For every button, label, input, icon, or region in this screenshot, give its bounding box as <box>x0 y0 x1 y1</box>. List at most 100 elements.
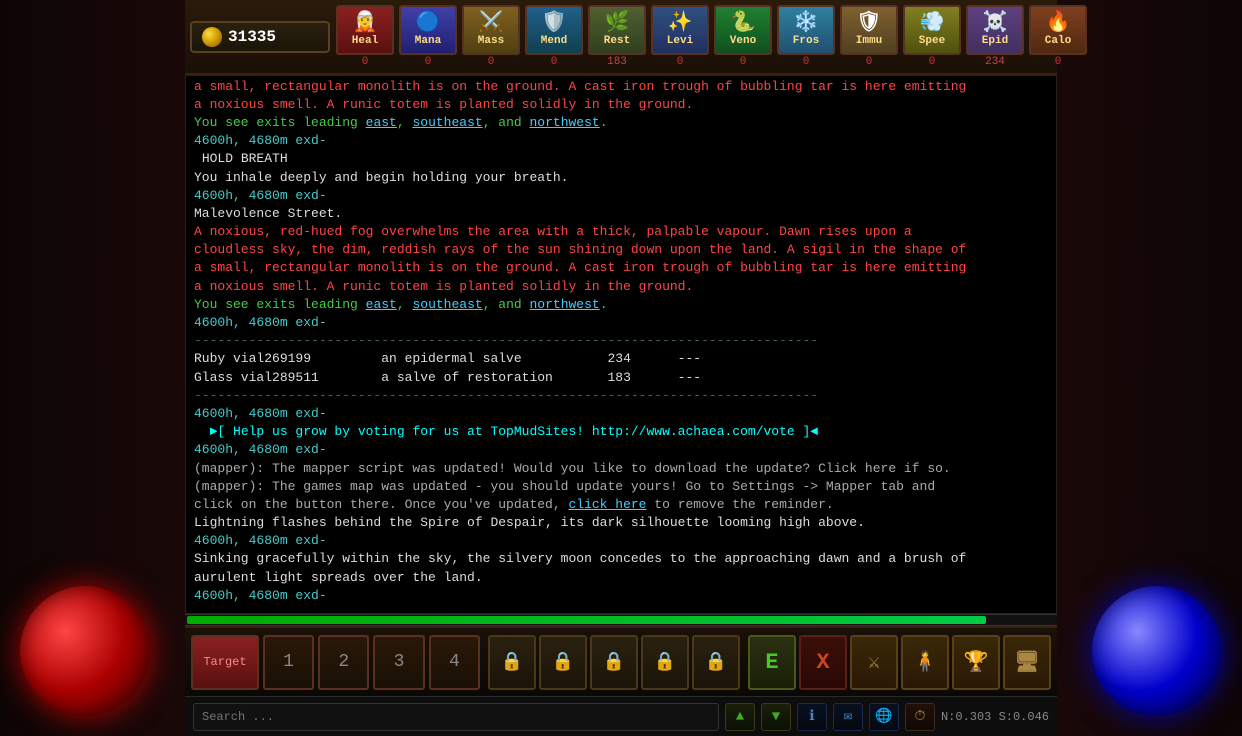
terminal-line: a small, rectangular monolith is on the … <box>194 259 1048 277</box>
terminal-line: a noxious smell. A runic totem is plante… <box>194 278 1048 296</box>
main-container: 31335 🧝 Heal 0 🔵 Mana 0 ⚔️ Mass 0 🛡️ <box>185 0 1057 736</box>
terminal-text-area[interactable]: Malevolence Street. A noxious, red-hued … <box>185 75 1057 614</box>
skill-epid-icon: ☠️ Epid <box>966 5 1024 55</box>
progress-bar-container <box>185 614 1057 626</box>
terminal-line: Malevolence Street. <box>194 205 1048 223</box>
slot-3-label: 3 <box>394 652 405 672</box>
terminal-line: (mapper): The mapper script was updated!… <box>194 460 1048 478</box>
terminal-line: (mapper): The games map was updated - yo… <box>194 478 1048 496</box>
skill-levi[interactable]: ✨ Levi 0 <box>650 5 710 68</box>
skill-mana-icon: 🔵 Mana <box>399 5 457 55</box>
execute-button[interactable]: E <box>748 635 796 690</box>
skill-rest-icon: 🌿 Rest <box>588 5 646 55</box>
lock-5-button[interactable]: 🔒 <box>692 635 740 690</box>
coordinates: N:0.303 S:0.046 <box>941 710 1049 724</box>
mapper-link[interactable]: click here <box>568 497 646 512</box>
lock-4-button[interactable]: 🔒 <box>641 635 689 690</box>
lock-group: 🔒 🔒 🔒 🔒 🔒 <box>488 635 740 690</box>
terminal-line: Sinking gracefully within the sky, the s… <box>194 550 1048 568</box>
terminal-line: 4600h, 4680m exd- <box>194 587 1048 605</box>
link-northwest[interactable]: northwest <box>530 297 600 312</box>
terminal-line: You see exits leading east, southeast, a… <box>194 114 1048 132</box>
skill-veno[interactable]: 🐍 Veno 0 <box>713 5 773 68</box>
terminal-line: 4600h, 4680m exd- <box>194 405 1048 423</box>
slot-2-label: 2 <box>338 652 349 672</box>
target-button[interactable]: Target <box>191 635 259 690</box>
slot-4-button[interactable]: 4 <box>429 635 480 690</box>
terminal-line: a small, rectangular monolith is on the … <box>194 78 1048 96</box>
terminal-line: aurulent light spreads over the land. <box>194 569 1048 587</box>
status-bar: ▲ ▼ ℹ ✉ 🌐 ⏱ N:0.303 S:0.046 <box>185 696 1057 736</box>
skill-immu-icon: 🛡 Immu <box>840 5 898 55</box>
terminal-line: 4600h, 4680m exd- <box>194 441 1048 459</box>
search-input[interactable] <box>193 703 719 731</box>
terminal-line: ----------------------------------------… <box>194 332 1048 350</box>
terminal-line: a noxious smell. A runic totem is plante… <box>194 96 1048 114</box>
skill-immu[interactable]: 🛡 Immu 0 <box>839 5 899 68</box>
clock-icon[interactable]: ⏱ <box>905 703 935 731</box>
progress-bar <box>187 616 986 624</box>
link-southeast[interactable]: southeast <box>412 115 482 130</box>
terminal-line: 4600h, 4680m exd- <box>194 132 1048 150</box>
gold-amount: 31335 <box>228 28 276 46</box>
link-northwest[interactable]: northwest <box>530 115 600 130</box>
gold-icon <box>202 27 222 47</box>
slot-4-label: 4 <box>449 652 460 672</box>
slot-3-button[interactable]: 3 <box>373 635 424 690</box>
slot-1-label: 1 <box>283 652 294 672</box>
terminal-line: 4600h, 4680m exd- <box>194 314 1048 332</box>
skill-calo-icon: 🔥 Calo <box>1029 5 1087 55</box>
terminal-line: 4600h, 4680m exd- <box>194 187 1048 205</box>
person-button[interactable]: 🧍 <box>901 635 949 690</box>
lock-1-button[interactable]: 🔒 <box>488 635 536 690</box>
skill-heal[interactable]: 🧝 Heal 0 <box>335 5 395 68</box>
skill-epid[interactable]: ☠️ Epid 234 <box>965 5 1025 68</box>
lock-2-button[interactable]: 🔒 <box>539 635 587 690</box>
tree-down-icon[interactable]: ▼ <box>761 703 791 731</box>
gold-display: 31335 <box>190 21 330 53</box>
skill-rest[interactable]: 🌿 Rest 183 <box>587 5 647 68</box>
screen-button[interactable]: 🖥 <box>1003 635 1051 690</box>
right-buttons: E X ⚔ 🧍 🏆 🖥 <box>748 635 1051 690</box>
mana-orb <box>1092 586 1222 716</box>
skill-mass-icon: ⚔️ Mass <box>462 5 520 55</box>
terminal-line: Ruby vial269199 an epidermal salve 234 -… <box>194 350 1048 368</box>
stop-button[interactable]: X <box>799 635 847 690</box>
top-bar: 31335 🧝 Heal 0 🔵 Mana 0 ⚔️ Mass 0 🛡️ <box>185 0 1057 75</box>
terminal-line: HOLD BREATH <box>194 150 1048 168</box>
slot-2-button[interactable]: 2 <box>318 635 369 690</box>
skill-fros[interactable]: ❄️ Fros 0 <box>776 5 836 68</box>
skill-mend[interactable]: 🛡️ Mend 0 <box>524 5 584 68</box>
skill-mass[interactable]: ⚔️ Mass 0 <box>461 5 521 68</box>
skills-grid: 🧝 Heal 0 🔵 Mana 0 ⚔️ Mass 0 🛡️ Mend 0 <box>335 5 1088 68</box>
terminal-line: A noxious, red-hued fog overwhelms the a… <box>194 223 1048 241</box>
skill-mana[interactable]: 🔵 Mana 0 <box>398 5 458 68</box>
mail-icon[interactable]: ✉ <box>833 703 863 731</box>
target-label: Target <box>203 655 246 669</box>
link-southeast[interactable]: southeast <box>412 297 482 312</box>
cup-button[interactable]: 🏆 <box>952 635 1000 690</box>
info-icon[interactable]: ℹ <box>797 703 827 731</box>
health-orb <box>20 586 150 716</box>
link-east[interactable]: east <box>366 115 397 130</box>
skill-calo[interactable]: 🔥 Calo 0 <box>1028 5 1088 68</box>
link-east[interactable]: east <box>366 297 397 312</box>
skill-fros-icon: ❄️ Fros <box>777 5 835 55</box>
lock-3-button[interactable]: 🔒 <box>590 635 638 690</box>
terminal-line: ----------------------------------------… <box>194 387 1048 405</box>
bottom-bar: Target 1 2 3 4 🔒 🔒 🔒 🔒 🔒 E X ⚔ 🧍 🏆 <box>185 626 1057 696</box>
skill-veno-icon: 🐍 Veno <box>714 5 772 55</box>
sword-button[interactable]: ⚔ <box>850 635 898 690</box>
terminal-line: Glass vial289511 a salve of restoration … <box>194 369 1048 387</box>
skill-spee[interactable]: 💨 Spee 0 <box>902 5 962 68</box>
terminal-line: You see exits leading east, southeast, a… <box>194 296 1048 314</box>
tree-up-icon[interactable]: ▲ <box>725 703 755 731</box>
skill-levi-icon: ✨ Levi <box>651 5 709 55</box>
terminal-line: cloudless sky, the dim, reddish rays of … <box>194 241 1048 259</box>
skill-spee-icon: 💨 Spee <box>903 5 961 55</box>
terminal-line: 4600h, 4680m exd- <box>194 532 1048 550</box>
slot-1-button[interactable]: 1 <box>263 635 314 690</box>
skill-mend-icon: 🛡️ Mend <box>525 5 583 55</box>
terminal-line: You inhale deeply and begin holding your… <box>194 169 1048 187</box>
globe-icon[interactable]: 🌐 <box>869 703 899 731</box>
